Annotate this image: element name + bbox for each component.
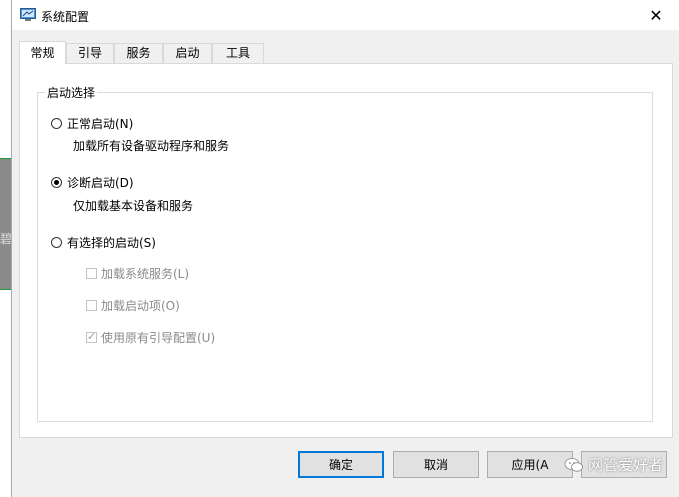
title-bar[interactable]: 系统配置 ✕ xyxy=(12,0,679,30)
system-config-dialog: 系统配置 ✕ 常规 引导 服务 启动 工具 启动选择 正常启动(N) 加载所有设… xyxy=(11,0,679,497)
checkbox-unchecked-icon xyxy=(86,268,97,279)
use-original-boot-config-label: 使用原有引导配置(U) xyxy=(101,331,216,345)
cancel-button[interactable]: 取消 xyxy=(393,451,479,478)
use-original-boot-config-checkbox[interactable]: 使用原有引导配置(U) xyxy=(86,329,215,346)
startup-selection-label: 启动选择 xyxy=(45,84,98,101)
diagnostic-startup-label: 诊断启动(D) xyxy=(67,176,134,190)
load-system-services-label: 加载系统服务(L) xyxy=(101,267,190,281)
normal-startup-label: 正常启动(N) xyxy=(67,117,134,131)
apply-button[interactable]: 应用(A xyxy=(487,451,573,478)
tab-general[interactable]: 常规 xyxy=(19,41,66,64)
radio-unchecked-icon xyxy=(51,118,62,129)
wechat-icon xyxy=(564,457,583,472)
tab-boot[interactable]: 引导 xyxy=(66,43,114,63)
radio-checked-icon xyxy=(51,177,62,188)
diagnostic-startup-description: 仅加载基本设备和服务 xyxy=(73,199,194,213)
normal-startup-radio[interactable]: 正常启动(N) xyxy=(51,115,133,132)
system-config-icon xyxy=(20,8,36,21)
checkbox-unchecked-icon xyxy=(86,300,97,311)
diagnostic-startup-radio[interactable]: 诊断启动(D) xyxy=(51,174,134,191)
watermark: 网管爱好者 xyxy=(564,454,663,475)
watermark-text: 网管爱好者 xyxy=(588,456,664,474)
load-startup-items-checkbox[interactable]: 加载启动项(O) xyxy=(86,297,180,314)
selective-startup-label: 有选择的启动(S) xyxy=(67,236,156,250)
window-title: 系统配置 xyxy=(41,10,90,24)
selective-startup-radio[interactable]: 有选择的启动(S) xyxy=(51,234,156,251)
tab-services[interactable]: 服务 xyxy=(114,43,163,63)
ok-button[interactable]: 确定 xyxy=(298,451,384,478)
startup-selection-group: 启动选择 正常启动(N) 加载所有设备驱动程序和服务 诊断启动(D) 仅加载基本… xyxy=(37,84,653,422)
close-button[interactable]: ✕ xyxy=(633,0,679,30)
general-tab-panel: 启动选择 正常启动(N) 加载所有设备驱动程序和服务 诊断启动(D) 仅加载基本… xyxy=(19,63,673,438)
tab-tools[interactable]: 工具 xyxy=(212,43,264,63)
normal-startup-description: 加载所有设备驱动程序和服务 xyxy=(73,139,230,153)
tab-startup[interactable]: 启动 xyxy=(163,43,212,63)
checkbox-checked-icon xyxy=(86,330,97,343)
close-icon: ✕ xyxy=(649,5,663,25)
load-system-services-checkbox[interactable]: 加载系统服务(L) xyxy=(86,265,189,282)
load-startup-items-label: 加载启动项(O) xyxy=(101,299,180,313)
radio-unchecked-icon xyxy=(51,237,62,248)
